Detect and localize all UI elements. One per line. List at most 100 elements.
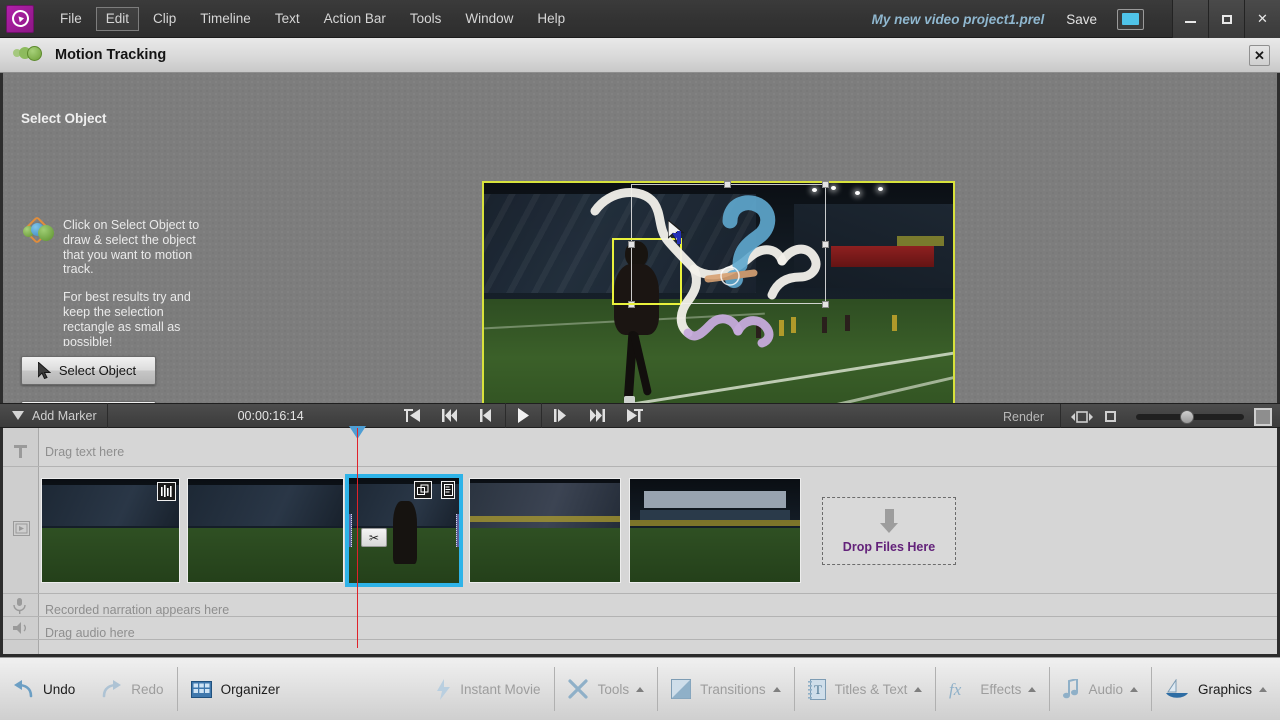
- text-track-row[interactable]: [3, 440, 1277, 467]
- undo-icon: [13, 679, 34, 699]
- advertising-board: [831, 246, 935, 268]
- menu-item-edit[interactable]: Edit: [95, 6, 140, 31]
- step-forward-fast-icon[interactable]: [579, 403, 616, 428]
- maximize-icon[interactable]: [1208, 0, 1244, 38]
- audio-levels-icon[interactable]: [157, 482, 176, 501]
- zoom-out-icon[interactable]: [1105, 411, 1116, 422]
- drop-files-zone[interactable]: Drop Files Here: [822, 497, 956, 565]
- menu-item-window[interactable]: Window: [455, 7, 523, 31]
- redo-button[interactable]: Redo: [88, 667, 176, 711]
- render-button[interactable]: Render: [1003, 410, 1044, 424]
- action-bar: Undo Redo Organizer Instant Movie Tools …: [0, 657, 1280, 720]
- instruction-text: Click on Select Object to draw & select …: [63, 218, 208, 346]
- instruction-paragraph-1: Click on Select Object to draw & select …: [63, 218, 200, 277]
- menu-item-clip[interactable]: Clip: [143, 7, 186, 31]
- background-player: [845, 314, 851, 331]
- application-window: File Edit Clip Timeline Text Action Bar …: [0, 0, 1280, 720]
- text-track-placeholder: Drag text here: [45, 445, 125, 459]
- transitions-label: Transitions: [700, 681, 766, 697]
- titles-icon: T: [807, 678, 826, 700]
- audio-track-row[interactable]: [3, 617, 1277, 640]
- graphics-button[interactable]: Graphics: [1152, 667, 1280, 711]
- scissors-icon[interactable]: ✂: [361, 528, 387, 547]
- graphics-icon: [1165, 678, 1189, 700]
- chevron-up-icon: [636, 686, 645, 692]
- close-icon[interactable]: ✕: [1249, 45, 1270, 66]
- floodlight: [831, 185, 837, 190]
- menu-item-timeline[interactable]: Timeline: [190, 7, 261, 31]
- instant-movie-label: Instant Movie: [460, 681, 541, 697]
- redo-label: Redo: [131, 681, 164, 697]
- zoom-in-icon[interactable]: [1254, 407, 1272, 426]
- instant-movie-button[interactable]: Instant Movie: [423, 667, 553, 711]
- background-player: [779, 319, 785, 336]
- effects-button[interactable]: fx Effects: [936, 667, 1049, 711]
- effects-label: Effects: [980, 681, 1022, 697]
- organizer-button[interactable]: Organizer: [178, 667, 293, 711]
- lightning-icon: [436, 678, 451, 700]
- svg-text:T: T: [814, 682, 822, 697]
- resize-handle-right[interactable]: [822, 241, 829, 248]
- timeline-toolbar: Add Marker 00:00:16:14 Render: [0, 403, 1280, 429]
- timeline-clip-3-selected[interactable]: ✂: [345, 474, 463, 587]
- redo-icon: [101, 679, 122, 699]
- organizer-icon: [190, 680, 212, 698]
- titles-text-button[interactable]: T Titles & Text: [795, 667, 936, 711]
- menu-item-help[interactable]: Help: [527, 7, 575, 31]
- tools-label: Tools: [597, 681, 630, 697]
- menu-item-text[interactable]: Text: [265, 7, 310, 31]
- timeline-clip-4[interactable]: [469, 478, 621, 583]
- minimize-icon[interactable]: [1172, 0, 1208, 38]
- background-player: [791, 317, 797, 334]
- svg-text:fx: fx: [949, 680, 962, 699]
- marker-triangle-icon: [12, 411, 24, 420]
- step-back-fast-icon[interactable]: [431, 403, 468, 428]
- timeline-clip-2[interactable]: [187, 478, 344, 583]
- motion-track-object-icon: [22, 215, 57, 246]
- chevron-up-icon: [1259, 686, 1267, 692]
- audio-label: Audio: [1088, 681, 1123, 697]
- timecode-display[interactable]: 00:00:16:14: [238, 409, 304, 423]
- transitions-button[interactable]: Transitions: [658, 667, 794, 711]
- group-icon[interactable]: [414, 481, 432, 499]
- menu-item-action-bar[interactable]: Action Bar: [314, 7, 396, 31]
- fit-to-window-icon[interactable]: [1071, 410, 1093, 423]
- undo-button[interactable]: Undo: [0, 667, 88, 711]
- title-bar: File Edit Clip Timeline Text Action Bar …: [0, 0, 1280, 38]
- go-to-out-point-icon[interactable]: [616, 403, 653, 428]
- screen-mode-icon[interactable]: [1117, 8, 1144, 30]
- background-player: [821, 317, 827, 334]
- trim-handle-left[interactable]: [349, 514, 352, 547]
- undo-label: Undo: [43, 681, 76, 697]
- tools-button[interactable]: Tools: [555, 667, 658, 711]
- audio-button[interactable]: Audio: [1050, 667, 1151, 711]
- menu-item-tools[interactable]: Tools: [400, 7, 452, 31]
- timeline-clip-1[interactable]: [41, 478, 180, 583]
- zoom-slider[interactable]: [1136, 409, 1244, 424]
- go-to-in-point-icon[interactable]: [394, 403, 431, 428]
- step-forward-icon[interactable]: [542, 403, 579, 428]
- playhead-line: [357, 428, 358, 648]
- resize-handle-top[interactable]: [724, 181, 731, 188]
- timeline-clip-5[interactable]: [629, 478, 801, 583]
- transitions-icon: [671, 679, 692, 699]
- floodlight: [854, 190, 860, 195]
- tracked-subject-runner: [611, 240, 663, 405]
- titles-text-label: Titles & Text: [834, 681, 908, 697]
- organizer-label: Organizer: [220, 681, 280, 697]
- menu-item-file[interactable]: File: [50, 7, 92, 31]
- step-back-icon[interactable]: [468, 403, 505, 428]
- green-spheres-icon: [13, 45, 43, 65]
- resize-handle-top-right[interactable]: [822, 181, 829, 188]
- add-marker-button[interactable]: Add Marker: [0, 403, 108, 428]
- resize-handle-bottom-left[interactable]: [628, 301, 635, 308]
- save-button[interactable]: Save: [1066, 12, 1097, 27]
- properties-icon[interactable]: [441, 481, 455, 499]
- close-icon[interactable]: ✕: [1244, 0, 1280, 38]
- trim-handle-right[interactable]: [456, 514, 459, 547]
- zoom-slider-knob[interactable]: [1180, 409, 1194, 424]
- select-object-button[interactable]: Select Object: [21, 356, 156, 385]
- play-icon[interactable]: [504, 403, 542, 428]
- resize-handle-bottom-right[interactable]: [822, 301, 829, 308]
- resize-handle-left[interactable]: [628, 241, 635, 248]
